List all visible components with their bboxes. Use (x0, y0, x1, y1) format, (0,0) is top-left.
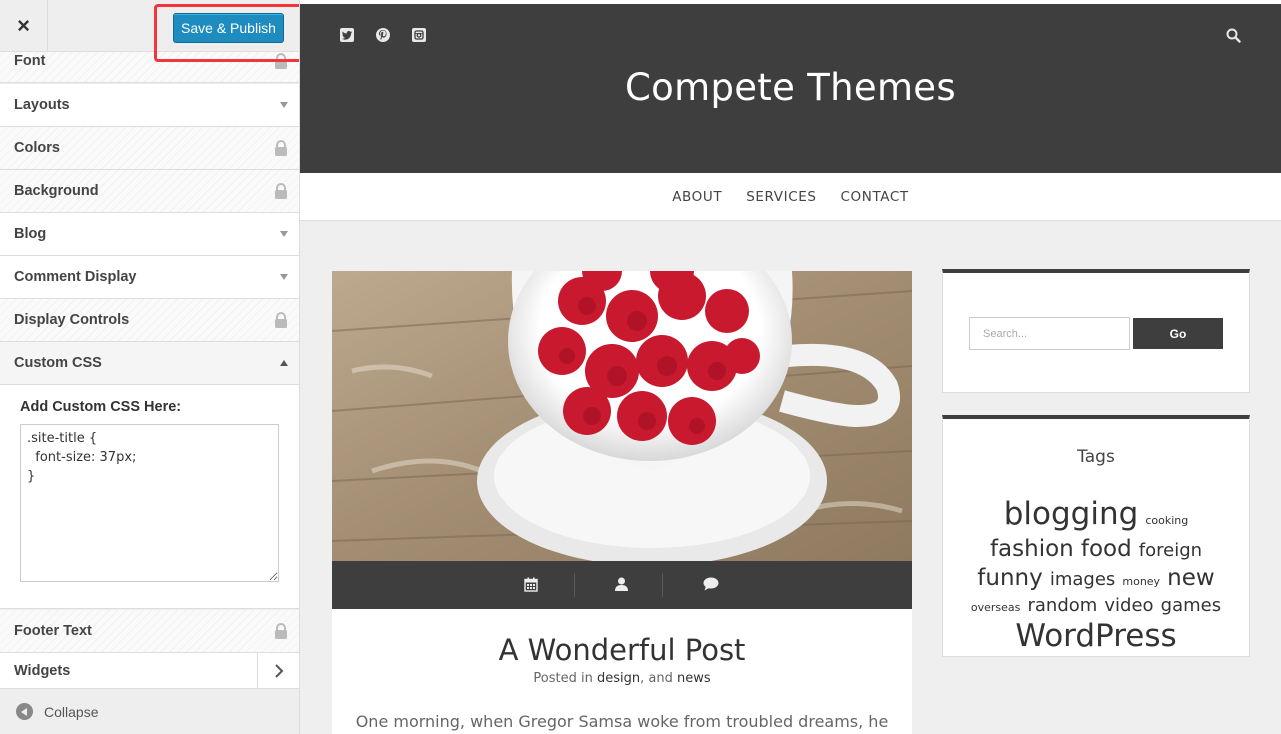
lock-icon (274, 312, 288, 328)
customizer-sidebar: × Save & Publish Font Layouts Colors Bac… (0, 0, 300, 734)
sidebar-item-label: Footer Text (14, 623, 92, 639)
site-preview: Compete Themes ABOUT SERVICES CONTACT A … (300, 0, 1281, 734)
post-meta-bar (332, 561, 912, 609)
tag-cloud: blogging cooking fashion food foreign fu… (967, 495, 1225, 656)
sidebar-item-label: Widgets (14, 662, 71, 679)
instagram-icon[interactable] (412, 28, 426, 42)
tag-link[interactable]: money (1122, 575, 1160, 588)
collapse-icon (16, 703, 33, 720)
site-title[interactable]: Compete Themes (300, 66, 1281, 109)
tag-link[interactable]: overseas (971, 601, 1021, 614)
sidebar-item-label: Font (14, 53, 46, 69)
post-title[interactable]: A Wonderful Post (332, 633, 912, 667)
close-icon: × (17, 13, 30, 38)
custom-css-panel: Add Custom CSS Here: .site-title { font-… (0, 385, 299, 609)
tag-link[interactable]: fashion (990, 536, 1074, 562)
post-byline: Posted in design, and news (332, 671, 912, 686)
custom-css-label: Add Custom CSS Here: (20, 399, 182, 415)
user-icon[interactable] (615, 577, 628, 596)
byline-joiner: , and (640, 671, 673, 686)
arrow-down-icon (280, 274, 288, 280)
sidebar-item-label: Background (14, 183, 99, 199)
arrow-up-icon (280, 360, 288, 366)
tag-link[interactable]: video (1104, 595, 1153, 616)
arrow-down-icon (280, 231, 288, 237)
site-header: Compete Themes (300, 4, 1281, 173)
pinterest-icon[interactable] (376, 28, 390, 42)
byline-prefix: Posted in (533, 671, 593, 686)
sidebar-item-blog[interactable]: Blog (0, 213, 299, 256)
tag-link[interactable]: WordPress (1015, 618, 1176, 654)
tag-link[interactable]: blogging (1004, 496, 1139, 532)
menu-item-services[interactable]: SERVICES (746, 189, 816, 205)
sidebar-item-custom-css[interactable]: Custom CSS (0, 342, 299, 385)
menu-item-about[interactable]: ABOUT (672, 189, 722, 205)
comment-icon[interactable] (703, 577, 719, 596)
tag-link[interactable]: images (1050, 569, 1115, 590)
lock-icon (274, 140, 288, 156)
post-card: A Wonderful Post Posted in design, and n… (332, 271, 912, 734)
arrow-down-icon (280, 102, 288, 108)
post-excerpt: One morning, when Gregor Samsa woke from… (355, 712, 889, 731)
collapse-button[interactable]: Collapse (0, 689, 299, 734)
sidebar-item-widgets[interactable]: Widgets (0, 653, 299, 689)
custom-css-textarea[interactable]: .site-title { font-size: 37px; } (20, 424, 279, 582)
sidebar-item-label: Layouts (14, 97, 70, 113)
category-link-news[interactable]: news (677, 671, 711, 686)
sidebar-item-footer-text[interactable]: Footer Text (0, 610, 299, 653)
tag-link[interactable]: random (1027, 595, 1097, 616)
tag-link[interactable]: new (1167, 565, 1215, 591)
sidebar-item-label: Display Controls (14, 312, 130, 328)
publish-highlight-box (154, 4, 299, 62)
sidebar-item-comment-display[interactable]: Comment Display (0, 256, 299, 299)
sidebar-item-label: Blog (14, 226, 47, 242)
search-input[interactable]: Search... (969, 317, 1130, 350)
sidebar-item-layouts[interactable]: Layouts (0, 84, 299, 127)
tags-widget-title: Tags (1077, 447, 1115, 467)
tag-link[interactable]: cooking (1145, 514, 1188, 527)
lock-icon (274, 623, 288, 639)
calendar-icon[interactable] (524, 577, 538, 597)
primary-menu: ABOUT SERVICES CONTACT (300, 173, 1281, 221)
twitter-icon[interactable] (340, 28, 354, 42)
tag-link[interactable]: foreign (1139, 540, 1202, 561)
chevron-right-icon (257, 653, 299, 689)
search-widget: Search... Go (942, 269, 1250, 393)
sidebar-item-display-controls[interactable]: Display Controls (0, 299, 299, 342)
category-link-design[interactable]: design (597, 671, 640, 686)
tag-link[interactable]: food (1081, 536, 1132, 562)
tags-widget: Tags blogging cooking fashion food forei… (942, 415, 1250, 657)
meta-divider (574, 573, 575, 597)
lock-icon (274, 183, 288, 199)
collapse-label: Collapse (44, 703, 99, 720)
tag-link[interactable]: games (1161, 595, 1221, 616)
menu-item-contact[interactable]: CONTACT (841, 189, 909, 205)
meta-divider (662, 573, 663, 597)
featured-image[interactable] (332, 271, 912, 561)
search-go-button[interactable]: Go (1133, 318, 1223, 349)
search-icon[interactable] (1226, 28, 1241, 48)
sidebar-item-colors[interactable]: Colors (0, 127, 299, 170)
close-button[interactable]: × (0, 0, 48, 52)
sidebar-item-label: Colors (14, 140, 60, 156)
sidebar-item-label: Comment Display (14, 269, 137, 285)
sidebar-item-label: Custom CSS (14, 355, 102, 371)
tag-link[interactable]: funny (977, 565, 1042, 591)
sidebar-item-background[interactable]: Background (0, 170, 299, 213)
